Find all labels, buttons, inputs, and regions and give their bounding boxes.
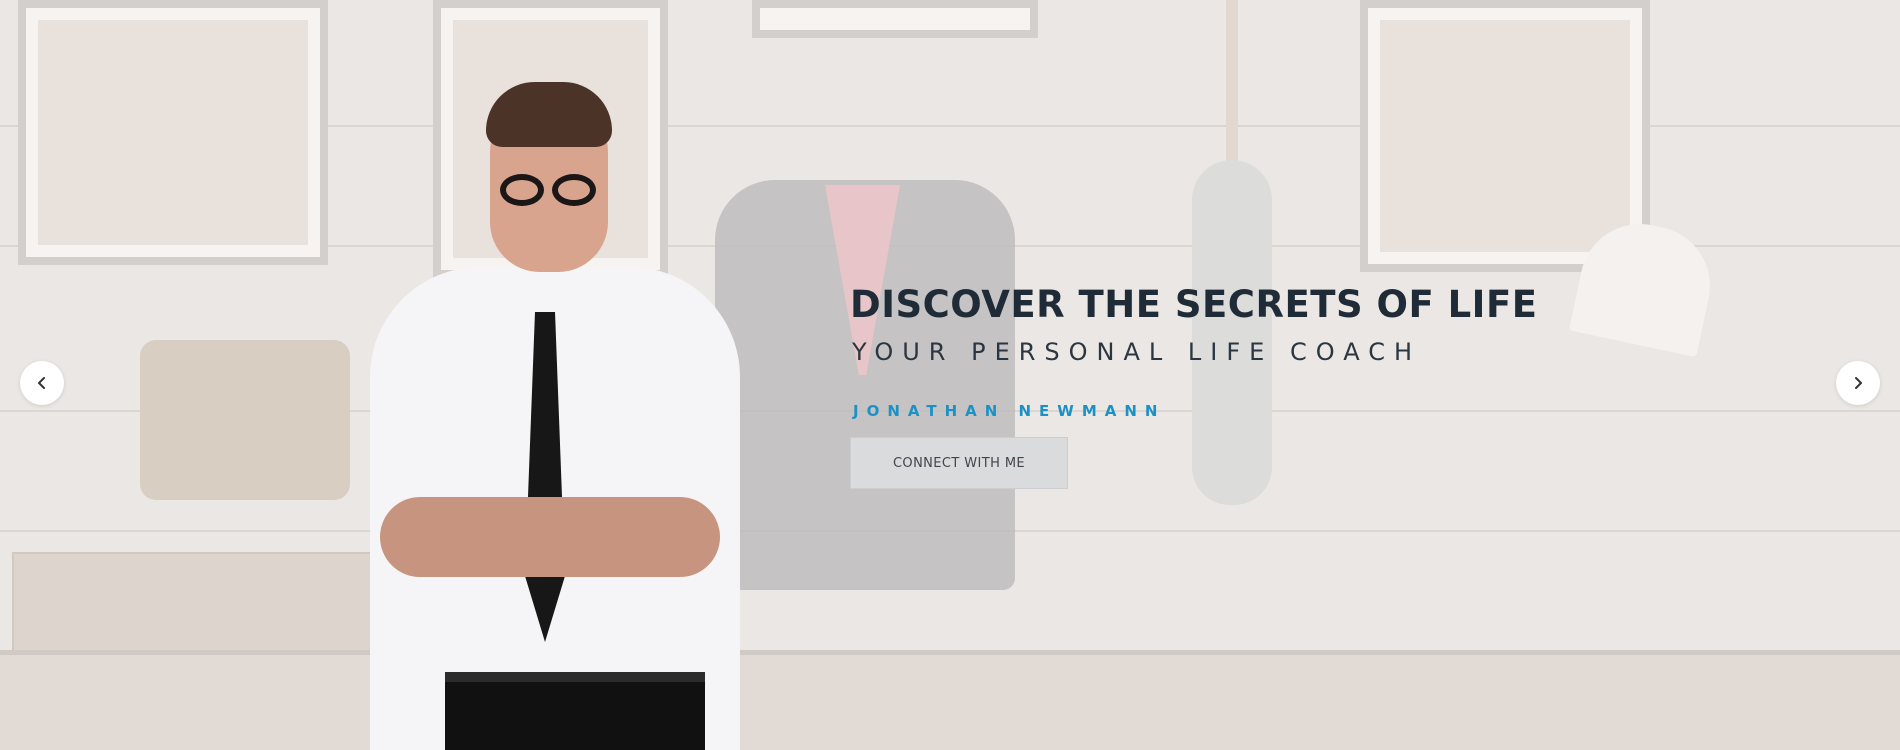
previous-slide-button[interactable] bbox=[20, 361, 64, 405]
portrait-pants bbox=[445, 682, 705, 750]
glasses-left-lens bbox=[500, 174, 544, 206]
chevron-right-icon bbox=[1855, 377, 1862, 389]
frame-artwork bbox=[1380, 20, 1630, 252]
hero-subtitle: YOUR PERSONAL LIFE COACH bbox=[852, 338, 1421, 366]
hero-slider: DISCOVER THE SECRETS OF LIFE YOUR PERSON… bbox=[0, 0, 1900, 750]
hero-portrait bbox=[360, 82, 750, 750]
frame-artwork bbox=[38, 20, 308, 245]
chevron-left-icon bbox=[38, 377, 45, 389]
hero-content: DISCOVER THE SECRETS OF LIFE YOUR PERSON… bbox=[850, 283, 1610, 489]
portrait-arms bbox=[380, 497, 720, 577]
background-table bbox=[0, 655, 1900, 750]
wall-frame bbox=[18, 0, 328, 265]
background-bag bbox=[140, 340, 350, 500]
portrait-hair bbox=[486, 82, 612, 147]
background-paddle-shaft bbox=[1226, 0, 1238, 165]
wall-frame bbox=[752, 0, 1038, 38]
hero-title: DISCOVER THE SECRETS OF LIFE bbox=[850, 283, 1538, 326]
glasses-right-lens bbox=[552, 174, 596, 206]
portrait-glasses bbox=[500, 174, 600, 206]
next-slide-button[interactable] bbox=[1836, 361, 1880, 405]
wall-frame bbox=[1360, 0, 1650, 272]
connect-with-me-button[interactable]: CONNECT WITH ME bbox=[850, 437, 1068, 489]
hero-name: JONATHAN NEWMANN bbox=[853, 402, 1166, 420]
